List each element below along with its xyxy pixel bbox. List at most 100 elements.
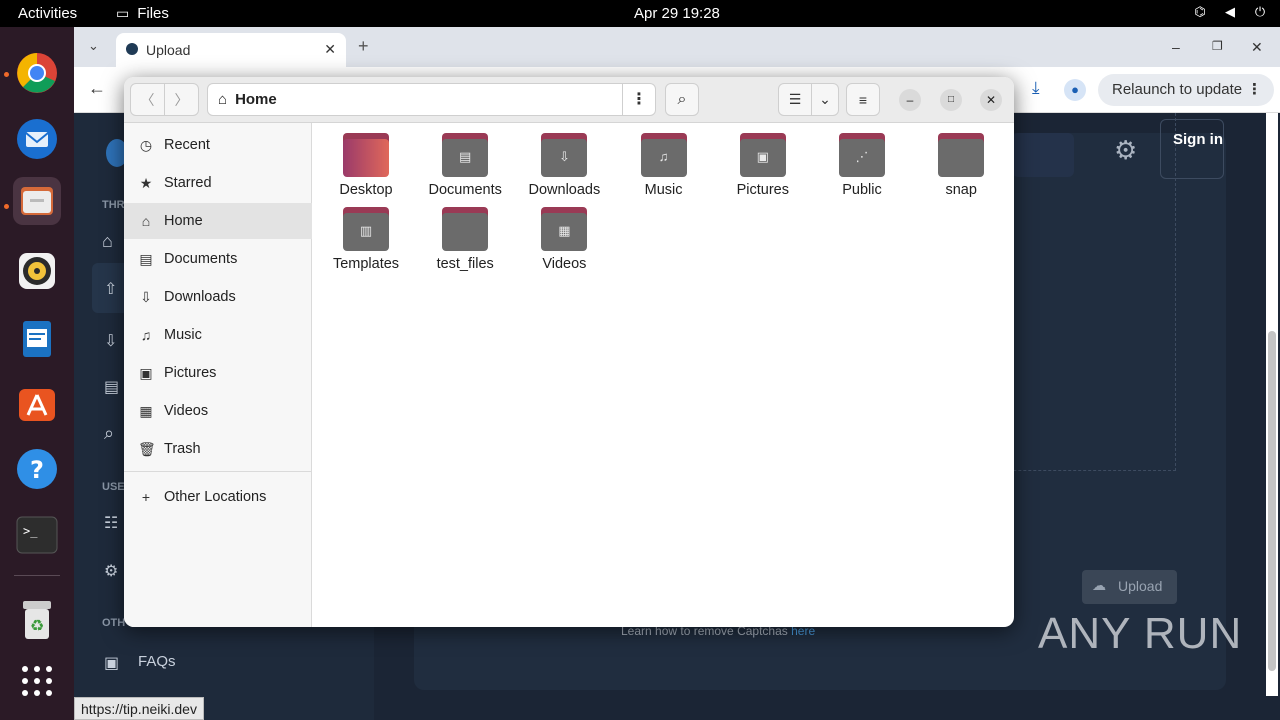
user-icon[interactable]: ☷: [104, 513, 118, 533]
show-apps-icon[interactable]: [13, 657, 61, 705]
faqs-link[interactable]: FAQs: [138, 653, 176, 670]
report-icon[interactable]: ▤: [104, 377, 119, 397]
place-label: Starred: [164, 175, 212, 191]
home-icon: ⌂: [141, 213, 151, 229]
search-button[interactable]: ⌕: [665, 83, 699, 116]
rhythmbox-icon[interactable]: [13, 247, 61, 295]
thunderbird-icon[interactable]: [13, 115, 61, 163]
close-tab-icon[interactable]: ✕: [324, 41, 336, 58]
svg-text:>_: >_: [23, 524, 38, 538]
tab-upload[interactable]: Upload ✕: [116, 33, 346, 67]
app-menu[interactable]: ▭ Files: [116, 5, 169, 22]
folder-item[interactable]: ⇩ Downloads: [519, 133, 609, 203]
folder-name: snap: [945, 182, 977, 198]
files-icon[interactable]: [13, 177, 61, 225]
clock-icon: ◷: [139, 136, 153, 153]
minimize-icon[interactable]: –: [899, 89, 921, 111]
folder-icon: ▭: [116, 5, 130, 21]
folder-name: Videos: [542, 256, 587, 272]
folder-item[interactable]: ▣ Pictures: [718, 133, 808, 203]
download-icon[interactable]: ⤓: [1032, 78, 1040, 98]
download-icon: ⇩: [140, 288, 152, 305]
files-window: 〈 〉 ⌂ Home ⋮ ⌕ ☰ ⌄ ≡ – □ ✕ ◷ Recent ★ Starr…: [124, 77, 1014, 627]
download-nav-icon[interactable]: ⇩: [104, 331, 117, 351]
scrollbar-thumb[interactable]: [1268, 331, 1276, 671]
folder-item[interactable]: ▤ Documents: [420, 133, 510, 203]
place-trash[interactable]: 🗑 Trash: [124, 431, 312, 467]
place-downloads[interactable]: ⇩ Downloads: [124, 279, 312, 315]
folder-item[interactable]: snap: [916, 133, 1006, 203]
folder-item[interactable]: ▥ Templates: [321, 207, 411, 277]
favicon-icon: [126, 43, 138, 55]
terminal-icon[interactable]: >_: [13, 511, 61, 559]
status-bubble: https://tip.neiki.dev: [74, 697, 204, 720]
place-starred[interactable]: ★ Starred: [124, 165, 312, 201]
profile-icon[interactable]: ●: [1064, 79, 1086, 101]
settings-nav-icon[interactable]: ⚙: [104, 561, 118, 581]
restore-icon[interactable]: ❐: [1212, 39, 1223, 53]
system-tray[interactable]: ⌬ ◀ ⏻: [1192, 4, 1268, 20]
back-button[interactable]: 〈: [130, 83, 165, 116]
chrome-icon[interactable]: [13, 49, 61, 97]
search-icon[interactable]: ⌕: [104, 423, 114, 444]
upload-button[interactable]: ☁ Upload: [1082, 570, 1177, 604]
main-menu-button[interactable]: ≡: [846, 83, 880, 116]
place-other-locations[interactable]: + Other Locations: [124, 479, 312, 515]
search-box[interactable]: [1012, 133, 1074, 177]
place-home[interactable]: ⌂ Home: [124, 203, 312, 239]
files-headerbar: 〈 〉 ⌂ Home ⋮ ⌕ ☰ ⌄ ≡ – □ ✕: [124, 77, 1014, 123]
help-icon[interactable]: ?: [13, 445, 61, 493]
svg-text:♻: ♻: [30, 616, 44, 635]
folder-item[interactable]: ♫ Music: [619, 133, 709, 203]
app-center-icon[interactable]: [13, 379, 61, 427]
trash-icon[interactable]: ♻: [13, 595, 61, 643]
place-documents[interactable]: ▤ Documents: [124, 241, 312, 277]
folder-icon: ♫: [640, 133, 687, 177]
folder-icon: ▣: [739, 133, 786, 177]
svg-text:?: ?: [30, 456, 44, 484]
settings-icon[interactable]: ⚙: [1114, 135, 1137, 166]
close-window-icon[interactable]: ✕: [1251, 39, 1263, 56]
folder-name: Downloads: [528, 182, 601, 198]
folder-icon: ⋰: [839, 133, 885, 177]
page-scrollbar[interactable]: [1266, 113, 1278, 696]
writer-icon[interactable]: [13, 315, 61, 363]
place-pictures[interactable]: ▣ Pictures: [124, 355, 312, 391]
minimize-icon[interactable]: –: [1172, 39, 1180, 55]
view-list-button[interactable]: ☰: [778, 83, 812, 116]
home-icon[interactable]: ⌂: [102, 231, 113, 252]
upload-label: Upload: [1118, 578, 1163, 594]
hamburger-icon: ≡: [858, 91, 868, 108]
place-videos[interactable]: ▦ Videos: [124, 393, 312, 429]
place-music[interactable]: ♫ Music: [124, 317, 312, 353]
new-tab-icon[interactable]: +: [358, 36, 369, 57]
maximize-icon[interactable]: □: [940, 89, 962, 111]
close-icon[interactable]: ✕: [980, 89, 1002, 111]
upload-icon[interactable]: ⇧: [104, 279, 117, 299]
path-menu-icon[interactable]: ⋮: [622, 84, 655, 115]
forward-button[interactable]: 〉: [164, 83, 199, 116]
places-sidebar: ◷ Recent ★ Starred ⌂ Home ▤ Documents ⇩ Downloads…: [124, 123, 312, 627]
home-icon: ⌂: [218, 91, 228, 108]
back-icon[interactable]: ←: [88, 78, 106, 99]
folder-item[interactable]: Desktop: [321, 133, 411, 203]
clock[interactable]: Apr 29 19:28: [634, 5, 720, 22]
tab-list-icon[interactable]: ⌄: [88, 38, 99, 54]
running-indicator: [4, 72, 9, 77]
relaunch-to-update-button[interactable]: Relaunch to update ⋮: [1098, 74, 1274, 106]
view-options-button[interactable]: ⌄: [811, 83, 839, 116]
folder-item[interactable]: test_files: [420, 207, 510, 277]
folder-item[interactable]: ⋰ Public: [817, 133, 907, 203]
video-icon: ▦: [139, 402, 153, 419]
path-home[interactable]: Home: [235, 91, 277, 108]
folder-item[interactable]: ▦ Videos: [519, 207, 609, 277]
place-recent[interactable]: ◷ Recent: [124, 127, 312, 163]
sign-in-button[interactable]: Sign in: [1160, 119, 1224, 179]
path-bar[interactable]: ⌂ Home ⋮: [207, 83, 656, 116]
activities-button[interactable]: Activities: [18, 5, 77, 22]
faq-icon[interactable]: ▣: [104, 653, 119, 673]
folder-icon: ▦: [541, 207, 588, 251]
document-icon: ▤: [139, 250, 153, 267]
chevron-right-icon: 〉: [174, 91, 189, 108]
more-icon[interactable]: ⋮: [1247, 80, 1262, 98]
